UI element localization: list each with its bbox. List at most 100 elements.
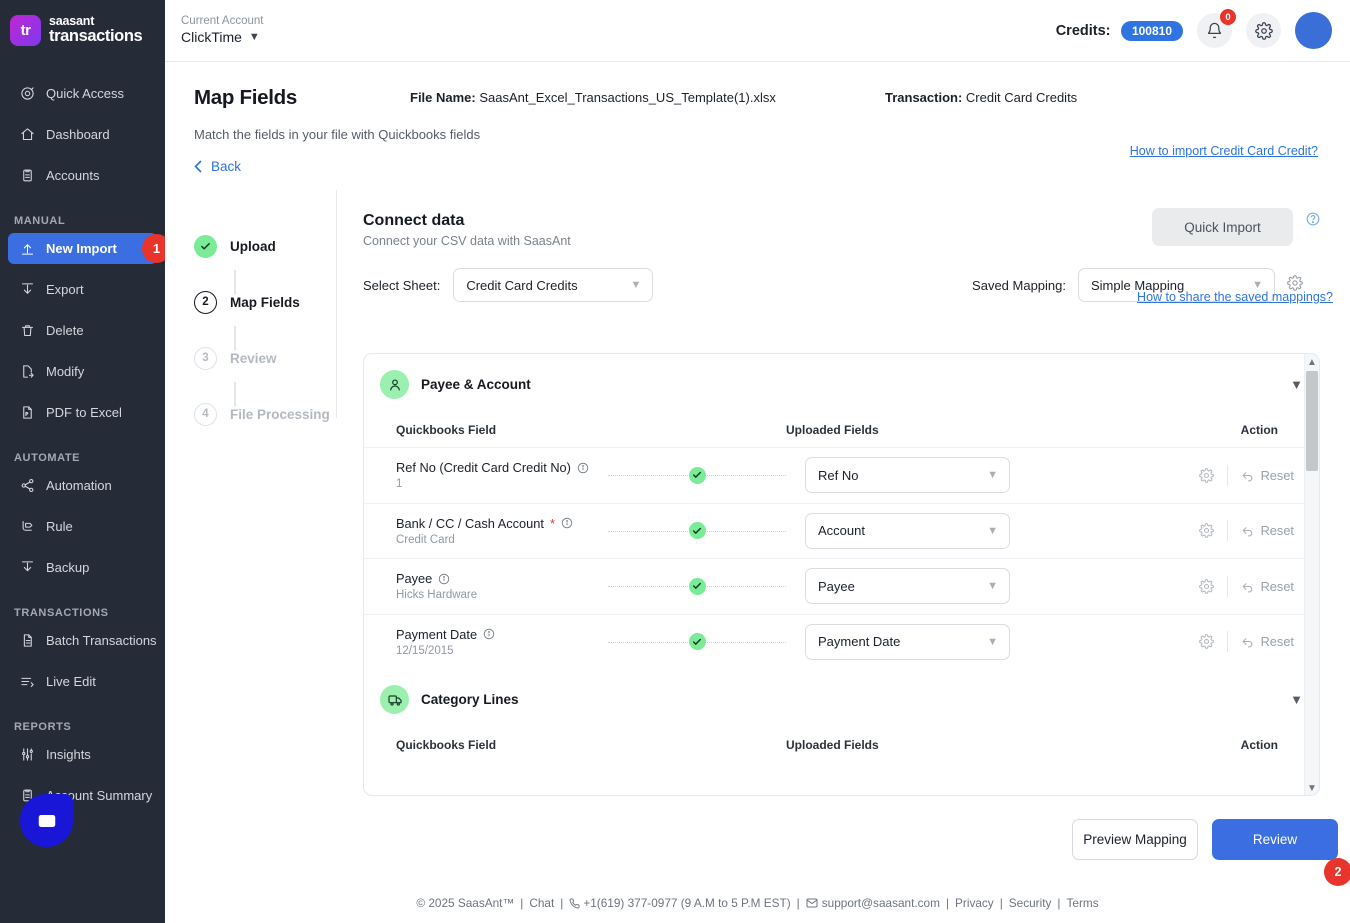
- uploaded-field-dropdown[interactable]: Account ▼: [805, 512, 1010, 549]
- step-map-fields[interactable]: 2 Map Fields: [194, 274, 336, 350]
- import-stepper: Upload 2 Map Fields 3 Review 4 File Processing: [165, 190, 337, 426]
- credits-display: Credits: 100810: [1056, 20, 1183, 41]
- saasant-logo-icon: tr: [10, 15, 41, 46]
- uploaded-field-dropdown[interactable]: Payee ▼: [805, 568, 1010, 605]
- footer-chat-link[interactable]: Chat: [529, 896, 554, 910]
- mapping-scrollbar[interactable]: ▲ ▼: [1304, 354, 1320, 795]
- scrollbar-thumb[interactable]: [1306, 371, 1318, 471]
- footer-email-link[interactable]: support@saasant.com: [822, 896, 940, 910]
- uploaded-field-dropdown[interactable]: Payment Date ▼: [805, 623, 1010, 660]
- sidebar-item-export[interactable]: Export: [8, 274, 157, 305]
- current-account-value-row[interactable]: ClickTime ▼: [181, 29, 263, 46]
- step-indicator: [194, 234, 217, 258]
- mapping-connector: [608, 633, 786, 651]
- sidebar-item-batch-transactions[interactable]: Batch Transactions: [8, 625, 157, 656]
- sidebar-item-dashboard[interactable]: Dashboard: [8, 119, 157, 150]
- footer-security-link[interactable]: Security: [1009, 896, 1052, 910]
- back-button[interactable]: Back: [194, 159, 241, 174]
- sidebar-item-label: Live Edit: [46, 674, 96, 689]
- step-file-processing[interactable]: 4 File Processing: [194, 386, 336, 442]
- sidebar-item-live-edit[interactable]: Live Edit: [8, 666, 157, 697]
- mapping-connector: [608, 577, 786, 595]
- select-sheet-dropdown[interactable]: Credit Card Credits ▼: [453, 268, 654, 302]
- footer-phone-link[interactable]: +1(619) 377-0977 (9 A.M to 5 P.M EST): [583, 896, 790, 910]
- info-icon[interactable]: [483, 628, 495, 640]
- row-reset-button[interactable]: Reset: [1228, 634, 1294, 649]
- chevron-down-icon[interactable]: ▼: [1290, 377, 1303, 392]
- row-reset-button[interactable]: Reset: [1228, 523, 1294, 538]
- sidebar-item-accounts[interactable]: Accounts: [8, 160, 157, 191]
- row-reset-button[interactable]: Reset: [1228, 579, 1294, 594]
- notifications-button[interactable]: 0: [1197, 9, 1236, 48]
- preview-mapping-button[interactable]: Preview Mapping: [1072, 819, 1198, 860]
- uploaded-field-dropdown[interactable]: Ref No ▼: [805, 457, 1010, 494]
- quick-import-button[interactable]: Quick Import: [1152, 208, 1293, 246]
- sample-value: Hicks Hardware: [396, 589, 478, 602]
- sidebar-item-label: Insights: [46, 747, 91, 762]
- chevron-down-icon[interactable]: ▼: [1290, 692, 1303, 707]
- uploaded-field-cell: Ref No ▼: [805, 457, 1010, 494]
- sidebar-section-manual: MANUAL: [14, 215, 66, 227]
- step-review[interactable]: 3 Review: [194, 330, 336, 406]
- footer-privacy-link[interactable]: Privacy: [955, 896, 994, 910]
- quickbooks-field-cell: Bank / CC / Cash Account * Credit Card: [396, 516, 608, 546]
- sidebar-item-modify[interactable]: Modify: [8, 356, 157, 387]
- step-number: 2: [202, 296, 209, 308]
- footer-terms-link[interactable]: Terms: [1067, 896, 1099, 910]
- lines-icon: [19, 674, 35, 690]
- row-reset-button[interactable]: Reset: [1228, 468, 1294, 483]
- user-avatar[interactable]: [1295, 12, 1332, 49]
- sidebar-section-reports: REPORTS: [14, 721, 72, 733]
- share-saved-mappings-link[interactable]: How to share the saved mappings?: [1137, 290, 1333, 304]
- sidebar-item-delete[interactable]: Delete: [8, 315, 157, 346]
- section-header-category-lines[interactable]: Category Lines ▼: [364, 669, 1319, 717]
- section-header-payee-account[interactable]: Payee & Account ▼: [364, 354, 1319, 402]
- sidebar-item-rule[interactable]: Rule: [8, 511, 157, 542]
- mapping-connector: [608, 466, 786, 484]
- brand-logo-area[interactable]: tr saasant transactions: [0, 0, 165, 62]
- mapping-matched-icon: [688, 577, 706, 595]
- undo-icon: [1242, 472, 1252, 482]
- scroll-down-arrow-icon[interactable]: ▼: [1307, 783, 1317, 794]
- sidebar-item-label: Backup: [46, 560, 90, 575]
- row-settings-button[interactable]: [1186, 467, 1227, 483]
- top-bar: tr saasant transactions Current Account …: [0, 0, 1350, 62]
- sidebar-item-backup[interactable]: Backup: [8, 552, 157, 583]
- chat-widget-button[interactable]: [20, 794, 73, 847]
- main-content: Map Fields File Name: SaasAnt_Excel_Tran…: [165, 62, 1350, 923]
- review-button[interactable]: Review 2: [1212, 819, 1350, 886]
- undo-icon: [1242, 583, 1252, 593]
- step-upload[interactable]: Upload: [194, 218, 336, 294]
- row-settings-button[interactable]: [1186, 634, 1227, 650]
- file-name-value: SaasAnt_Excel_Transactions_US_Template(1…: [479, 90, 776, 105]
- settings-button[interactable]: [1246, 13, 1281, 48]
- info-icon[interactable]: [577, 462, 589, 474]
- select-sheet-value: Credit Card Credits: [466, 277, 578, 293]
- home-icon: [19, 127, 35, 143]
- sidebar-item-insights[interactable]: Insights: [8, 739, 157, 770]
- page-footer: © 2025 SaasAnt™ | Chat | +1(619) 377-097…: [165, 883, 1350, 923]
- info-icon[interactable]: [438, 573, 450, 585]
- sidebar-item-label: Dashboard: [46, 127, 110, 142]
- how-to-import-link[interactable]: How to import Credit Card Credit?: [1130, 144, 1318, 158]
- scroll-up-arrow-icon[interactable]: ▲: [1307, 357, 1317, 368]
- row-settings-button[interactable]: [1186, 578, 1227, 594]
- field-mapping-card: Payee & Account ▼ Quickbooks Field Uploaded…: [363, 353, 1320, 796]
- scrollbar-track[interactable]: [1305, 368, 1320, 783]
- saved-mapping-label: Saved Mapping:: [972, 277, 1066, 293]
- sample-value: 12/15/2015: [396, 644, 454, 657]
- sidebar-item-pdf-to-excel[interactable]: PDF to Excel: [8, 397, 157, 428]
- quick-import-help-icon[interactable]: [1306, 212, 1320, 231]
- sidebar: Quick Access Dashboard Accounts MANUAL New I…: [0, 62, 165, 923]
- sidebar-item-automation[interactable]: Automation: [8, 470, 157, 501]
- info-icon[interactable]: [561, 517, 573, 529]
- sidebar-item-new-import[interactable]: New Import 1: [8, 233, 165, 264]
- row-settings-button[interactable]: [1186, 523, 1227, 539]
- quickbooks-field-cell: Payee Hicks Hardware: [396, 571, 608, 601]
- current-account-switcher[interactable]: Current Account ClickTime ▼: [181, 15, 263, 46]
- sidebar-item-quick-access[interactable]: Quick Access: [8, 78, 157, 109]
